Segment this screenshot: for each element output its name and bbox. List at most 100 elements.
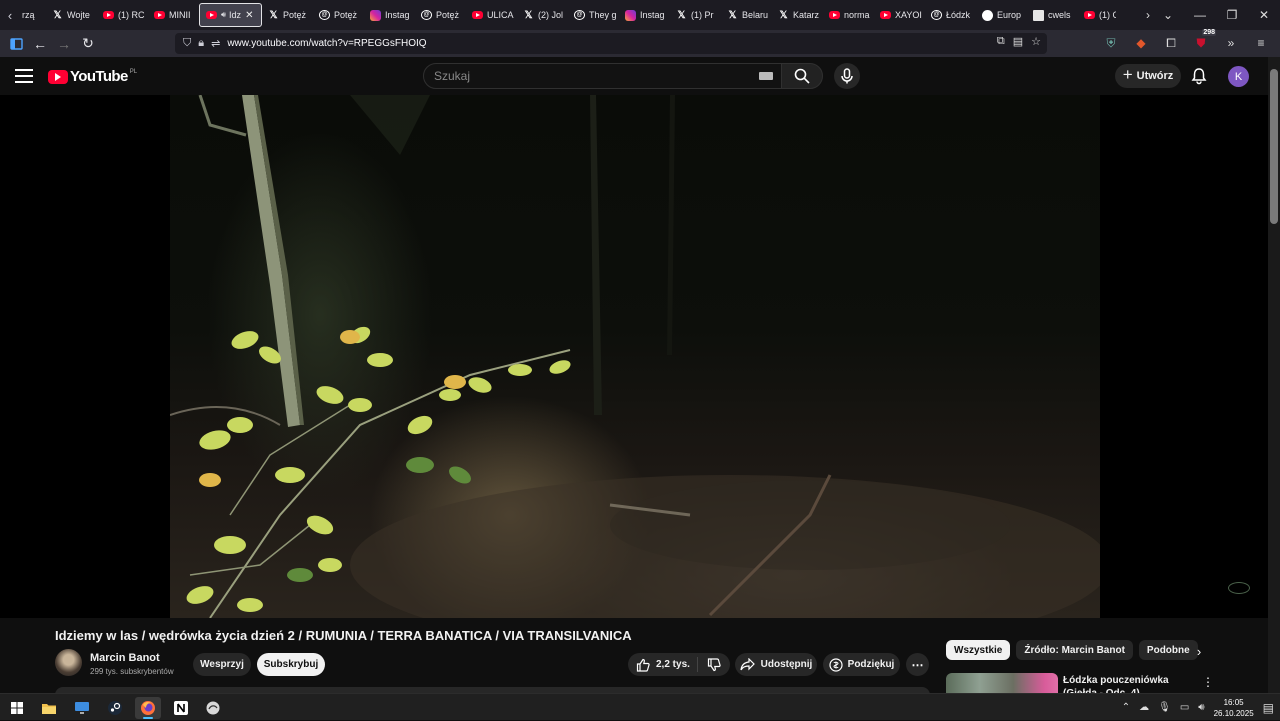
tab-active[interactable]: 🔊︎ Idz ✕ [199,3,262,27]
channel-avatar[interactable] [55,649,82,676]
tab[interactable]: Instag [619,3,670,27]
fox-extension-icon[interactable]: ◆ [1132,33,1150,53]
like-button[interactable]: 2,2 tys. [628,657,698,672]
create-button[interactable]: + Utwórz [1115,64,1181,88]
tab-label: They g [589,10,617,20]
thanks-button[interactable]: Podziękuj [823,653,900,676]
list-all-tabs-icon[interactable]: ⌄ [1152,0,1184,30]
filter-chip[interactable]: Wszystkie [946,640,1011,660]
back-icon[interactable]: ← [28,32,52,56]
instagram-icon [625,9,636,21]
chips-next-icon[interactable]: › [1190,641,1208,661]
channel-watermark-icon[interactable] [1228,582,1250,594]
reader-view-icon[interactable]: ▤ [1013,35,1023,48]
youtube-play-icon [48,69,68,84]
more-actions-icon[interactable]: ⋯ [906,653,929,676]
onedrive-icon[interactable]: ☁ [1139,702,1149,713]
search-button[interactable] [781,63,823,89]
steam-icon[interactable] [102,697,128,719]
super-thanks-icon [829,657,843,672]
subscribe-button[interactable]: Subskrybuj [257,653,325,676]
search-input[interactable] [434,69,734,83]
share-button[interactable]: Udostępnij [735,653,817,676]
tab[interactable]: XAYOI [874,3,925,27]
tab-label: Europ [997,10,1022,20]
app-icon[interactable] [200,697,226,719]
tab[interactable]: @ Łódzk [925,3,976,27]
account-avatar[interactable]: K [1228,66,1249,87]
tab[interactable]: Europ [976,3,1027,27]
clock[interactable]: 16:05 26.10.2025 [1214,697,1254,719]
tray-overflow-icon[interactable]: ⌃ [1122,702,1130,713]
forward-icon[interactable]: → [52,32,76,56]
notion-icon[interactable] [168,697,194,719]
ublock-icon[interactable]: ⛊ 298 [1192,29,1216,53]
keyboard-icon[interactable] [759,72,773,80]
voice-search-button[interactable] [834,63,860,89]
notifications-bell-icon[interactable] [1190,67,1208,85]
tab-list: rzą 𝕏 Wojte (1) RC MINII 🔊︎ Idz ✕ 𝕏 Potęż @ Potęż In… [20,0,1116,30]
notifications-icon[interactable]: ▤ [1263,701,1274,715]
recommendation-menu-icon[interactable]: ⋮ [1202,674,1214,690]
picture-in-picture-icon[interactable]: ⧉ [997,35,1005,48]
page-scrollbar[interactable] [1268,57,1280,693]
bookmark-star-icon[interactable]: ☆ [1031,35,1041,48]
guide-menu-icon[interactable] [15,67,33,85]
tab[interactable]: 𝕏 Wojte [46,3,97,27]
scrollbar-thumb[interactable] [1270,69,1278,224]
close-window-icon[interactable]: ✕ [1248,0,1280,30]
filter-chip[interactable]: Źródło: Marcin Banot [1016,640,1133,660]
shield-icon[interactable]: ⛉ [183,37,191,50]
tab[interactable]: @ Potęż [313,3,364,27]
tab[interactable]: ULICA [466,3,517,27]
network-icon[interactable]: ▭ [1180,702,1189,713]
vpn-shield-icon[interactable]: ⛨ [1102,33,1120,53]
filter-chip[interactable]: Podobne [1138,640,1198,660]
audio-playing-icon[interactable]: 🔊︎ [221,10,226,20]
tab[interactable]: @ Potęż [415,3,466,27]
remote-desktop-icon[interactable] [69,697,95,719]
start-windows-icon[interactable] [4,697,30,719]
tab[interactable]: cwels [1027,3,1078,27]
tab[interactable]: @ They g [568,3,619,27]
youtube-icon [472,11,483,19]
tab[interactable]: (1) RC [97,3,148,27]
tab[interactable]: 𝕏 (2) Jol [517,3,568,27]
tab[interactable]: 𝕏 Belaru [721,3,772,27]
tab[interactable]: 𝕏 Potęż [262,3,313,27]
restore-icon[interactable]: ❐ [1216,0,1248,30]
firefox-icon[interactable] [135,697,161,719]
tab[interactable]: Instag [364,3,415,27]
tab[interactable]: MINII [148,3,199,27]
join-button[interactable]: Wesprzyj [193,653,251,676]
dislike-button[interactable] [698,657,730,672]
extensions-puzzle-icon[interactable]: ⧠ [1162,33,1180,53]
url-text[interactable]: www.youtube.com/watch?v=RPEGGsFHOIQ [227,38,426,49]
microphone-tray-icon[interactable]: 🎙︎ [1158,702,1171,713]
tab[interactable]: rzą [20,3,46,27]
recommendation-thumbnail[interactable] [946,673,1058,695]
tab[interactable]: 𝕏 Katarz [772,3,823,27]
sidebar-toggle-icon[interactable] [4,32,28,56]
url-bar[interactable]: ⛉ 🔒︎ ⇌ www.youtube.com/watch?v=RPEGGsFHO… [175,33,1047,54]
channel-name[interactable]: Marcin Banot [90,652,160,664]
tab[interactable]: norma [823,3,874,27]
more-tools-icon[interactable]: » [1222,33,1240,53]
url-bar-actions: ⧉ ▤ ☆ [997,35,1041,48]
volume-icon[interactable]: 🔊︎ [1198,702,1204,713]
video-player[interactable] [0,95,1268,618]
minimize-icon[interactable]: — [1184,0,1216,30]
app-menu-icon[interactable]: ≡ [1252,33,1270,53]
tab-label: norma [844,10,870,20]
thumbs-up-icon [636,658,650,672]
lock-icon[interactable]: 🔒︎ [198,37,204,50]
permissions-icon[interactable]: ⇌ [211,37,220,50]
youtube-logo[interactable]: YouTube PL [48,68,137,85]
tab-scroll-left-icon[interactable]: ‹ [0,0,20,30]
tab[interactable]: (1) C [1078,3,1116,27]
tab[interactable]: 𝕏 (1) Pr [670,3,721,27]
video-frame[interactable] [170,95,1100,618]
file-explorer-icon[interactable] [36,697,62,719]
close-tab-icon[interactable]: ✕ [245,10,253,21]
reload-icon[interactable]: ↻ [76,32,100,56]
